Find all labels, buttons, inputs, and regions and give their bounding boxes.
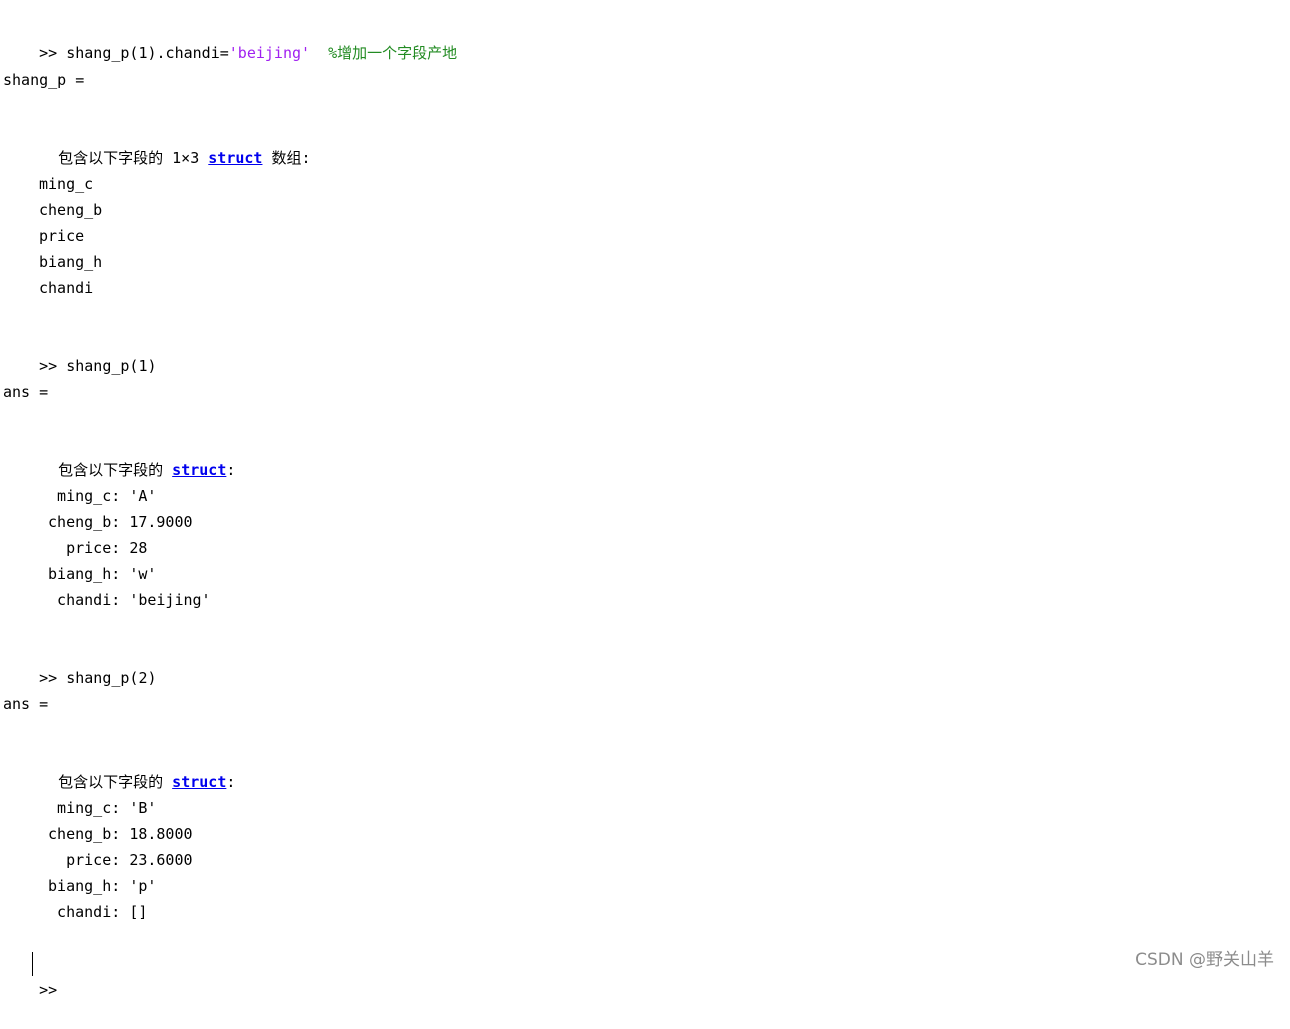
var-assign: ans = (3, 695, 49, 713)
string-literal: 'beijing' (228, 44, 311, 62)
desc-prefix: 包含以下字段的 (58, 461, 173, 479)
field-name: price (39, 539, 112, 557)
field-name: biang_h (39, 877, 112, 895)
field-value: 'A' (129, 487, 157, 505)
struct-field-row: cheng_b: 18.8000 (39, 825, 193, 843)
field-name: chandi (39, 591, 112, 609)
struct-field-row: price: 28 (39, 539, 148, 557)
command-line-3: >> shang_p(2) (3, 639, 156, 687)
prompt: >> (39, 44, 58, 62)
struct-field-row: chandi: [] (39, 903, 148, 921)
struct-description: 包含以下字段的 1×3 struct 数组: (3, 119, 310, 167)
field-value: 'w' (129, 565, 157, 583)
field-name: chandi (39, 903, 112, 921)
field-name: biang_h (39, 253, 103, 271)
desc-suffix: : (226, 773, 236, 791)
field-value: 23.6000 (129, 851, 193, 869)
struct-field-row: biang_h: 'w' (39, 565, 157, 583)
field-name: cheng_b (39, 825, 112, 843)
field-value: 'beijing' (129, 591, 211, 609)
struct-field-row: chandi: 'beijing' (39, 591, 211, 609)
var-assign: shang_p = (3, 71, 85, 89)
field-value: 'p' (129, 877, 157, 895)
field-name: ming_c (39, 799, 112, 817)
prompt: >> (39, 669, 58, 687)
command-line-1: >> shang_p(1).chandi='beijing' %增加一个字段产地 (3, 14, 457, 62)
field-value: 28 (129, 539, 148, 557)
field-name: cheng_b (39, 201, 103, 219)
field-name: ming_c (39, 175, 94, 193)
text-cursor (32, 952, 33, 976)
struct-field-row: price: 23.6000 (39, 851, 193, 869)
field-value: 17.9000 (129, 513, 193, 531)
struct-doc-link[interactable]: struct (208, 149, 262, 167)
field-name: ming_c (39, 487, 112, 505)
field-value: 18.8000 (129, 825, 193, 843)
struct-field-row: cheng_b: 17.9000 (39, 513, 193, 531)
field-name: chandi (39, 279, 94, 297)
command-code: shang_p(1) (57, 357, 157, 375)
command-line-2: >> shang_p(1) (3, 327, 156, 375)
watermark: CSDN @野关山羊 (1135, 950, 1274, 970)
command-code: shang_p(1).chandi= (57, 44, 229, 62)
prompt: >> (39, 357, 58, 375)
field-name: biang_h (39, 565, 112, 583)
command-window[interactable]: >> shang_p(1).chandi='beijing' %增加一个字段产地… (3, 0, 1283, 999)
desc-prefix: 包含以下字段的 (58, 773, 173, 791)
desc-prefix: 包含以下字段的 1×3 (58, 149, 209, 167)
field-name: cheng_b (39, 513, 112, 531)
struct-description: 包含以下字段的 struct: (3, 743, 235, 791)
desc-suffix: 数组: (262, 149, 311, 167)
field-name: price (39, 851, 112, 869)
desc-suffix: : (226, 461, 236, 479)
struct-doc-link[interactable]: struct (172, 461, 226, 479)
field-name: price (39, 227, 85, 245)
struct-field-row: ming_c: 'B' (39, 799, 157, 817)
struct-field-row: ming_c: 'A' (39, 487, 157, 505)
command-code: shang_p(2) (57, 669, 157, 687)
code-comment: %增加一个字段产地 (310, 44, 458, 62)
struct-field-row: biang_h: 'p' (39, 877, 157, 895)
var-assign: ans = (3, 383, 49, 401)
struct-doc-link[interactable]: struct (172, 773, 226, 791)
prompt: >> (39, 981, 58, 999)
active-prompt-line[interactable]: >> (3, 951, 57, 999)
field-value: 'B' (129, 799, 157, 817)
field-value: [] (129, 903, 148, 921)
struct-description: 包含以下字段的 struct: (3, 431, 235, 479)
